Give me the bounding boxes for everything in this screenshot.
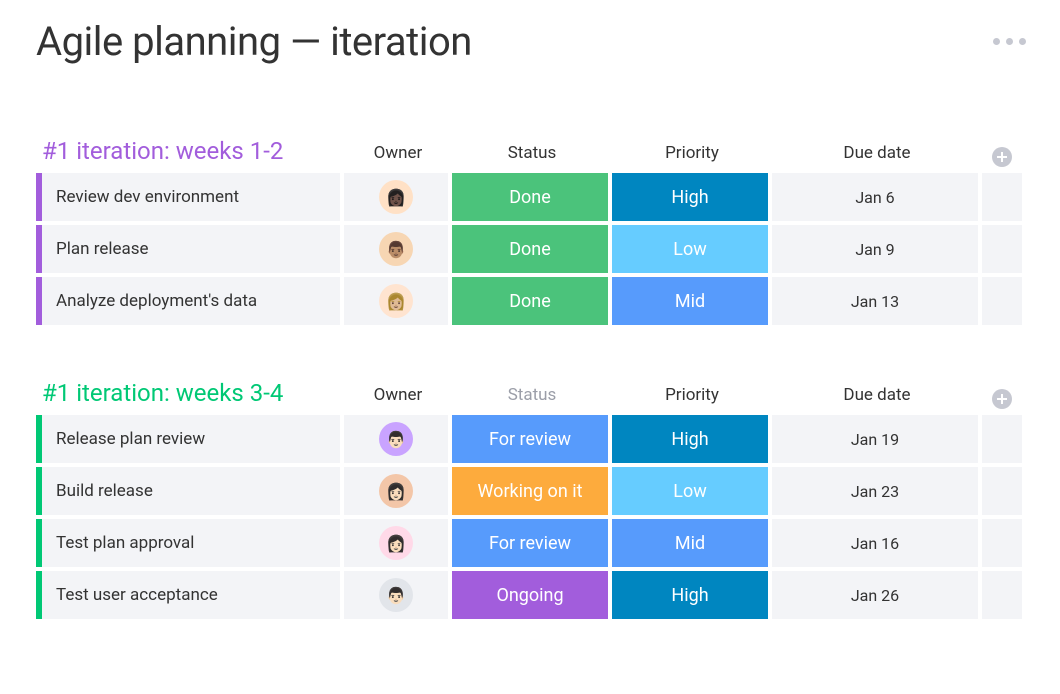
- due-date-cell[interactable]: Jan 23: [772, 467, 978, 515]
- task-name-cell[interactable]: Release plan review: [42, 415, 340, 463]
- priority-cell[interactable]: Mid: [612, 519, 768, 567]
- column-header-priority[interactable]: Priority: [612, 385, 772, 415]
- task-name-cell[interactable]: Plan release: [42, 225, 340, 273]
- task-name-cell[interactable]: Build release: [42, 467, 340, 515]
- owner-cell[interactable]: 👩🏻: [344, 467, 448, 515]
- group-title[interactable]: #1 iteration: weeks 1-2: [42, 137, 344, 173]
- trailing-cell: [982, 277, 1022, 325]
- task-row[interactable]: Build release 👩🏻 Working on itLowJan 23: [36, 467, 1030, 515]
- owner-cell[interactable]: 👨🏽: [344, 225, 448, 273]
- plus-icon: [992, 389, 1012, 409]
- priority-cell[interactable]: High: [612, 571, 768, 619]
- column-header-priority[interactable]: Priority: [612, 143, 772, 173]
- column-header-owner[interactable]: Owner: [344, 385, 452, 415]
- owner-cell[interactable]: 👨🏻: [344, 415, 448, 463]
- due-date-cell[interactable]: Jan 16: [772, 519, 978, 567]
- board-page: Agile planning — iteration #1 iteration:…: [0, 0, 1060, 649]
- status-cell[interactable]: Working on it: [452, 467, 608, 515]
- due-date-cell[interactable]: Jan 13: [772, 277, 978, 325]
- task-name-cell[interactable]: Analyze deployment's data: [42, 277, 340, 325]
- status-cell[interactable]: For review: [452, 519, 608, 567]
- task-row[interactable]: Review dev environment 👩🏿 DoneHighJan 6: [36, 173, 1030, 221]
- task-row[interactable]: Analyze deployment's data 👩🏼 DoneMidJan 13: [36, 277, 1030, 325]
- trailing-cell: [982, 519, 1022, 567]
- more-menu-icon[interactable]: [993, 38, 1030, 45]
- avatar: 👩🏻: [379, 474, 413, 508]
- due-date-cell[interactable]: Jan 26: [772, 571, 978, 619]
- group-header: #1 iteration: weeks 3-4OwnerStatusPriori…: [36, 379, 1030, 415]
- trailing-cell: [982, 571, 1022, 619]
- due-date-cell[interactable]: Jan 19: [772, 415, 978, 463]
- column-header-status[interactable]: Status: [452, 385, 612, 415]
- avatar: 👩🏿: [379, 180, 413, 214]
- owner-cell[interactable]: 👩🏿: [344, 173, 448, 221]
- group-rows: Review dev environment👩🏿DoneHighJan 6Pla…: [36, 173, 1030, 325]
- trailing-cell: [982, 225, 1022, 273]
- priority-cell[interactable]: Low: [612, 225, 768, 273]
- group: #1 iteration: weeks 3-4OwnerStatusPriori…: [36, 379, 1030, 619]
- avatar: 👨🏽: [379, 232, 413, 266]
- avatar: 👨🏻: [379, 422, 413, 456]
- title-row: Agile planning — iteration: [36, 18, 1030, 65]
- due-date-cell[interactable]: Jan 9: [772, 225, 978, 273]
- plus-icon: [992, 147, 1012, 167]
- task-row[interactable]: Test user acceptance 👨🏻 OngoingHighJan 26: [36, 571, 1030, 619]
- task-name-cell[interactable]: Review dev environment: [42, 173, 340, 221]
- group: #1 iteration: weeks 1-2OwnerStatusPriori…: [36, 137, 1030, 325]
- status-cell[interactable]: For review: [452, 415, 608, 463]
- task-name-cell[interactable]: Test user acceptance: [42, 571, 340, 619]
- task-name-cell[interactable]: Test plan approval: [42, 519, 340, 567]
- avatar: 👩🏼: [379, 284, 413, 318]
- status-cell[interactable]: Ongoing: [452, 571, 608, 619]
- trailing-cell: [982, 467, 1022, 515]
- status-cell[interactable]: Done: [452, 277, 608, 325]
- status-cell[interactable]: Done: [452, 225, 608, 273]
- due-date-cell[interactable]: Jan 6: [772, 173, 978, 221]
- avatar: 👩🏻: [379, 526, 413, 560]
- owner-cell[interactable]: 👩🏻: [344, 519, 448, 567]
- task-row[interactable]: Release plan review 👨🏻 For reviewHighJan 1…: [36, 415, 1030, 463]
- task-row[interactable]: Plan release 👨🏽 DoneLowJan 9: [36, 225, 1030, 273]
- add-column-button[interactable]: [982, 147, 1022, 173]
- group-title[interactable]: #1 iteration: weeks 3-4: [42, 379, 344, 415]
- trailing-cell: [982, 173, 1022, 221]
- priority-cell[interactable]: High: [612, 415, 768, 463]
- priority-cell[interactable]: Mid: [612, 277, 768, 325]
- status-cell[interactable]: Done: [452, 173, 608, 221]
- avatar: 👨🏻: [379, 578, 413, 612]
- column-header-due-date[interactable]: Due date: [772, 143, 982, 173]
- column-header-due-date[interactable]: Due date: [772, 385, 982, 415]
- task-row[interactable]: Test plan approval 👩🏻 For reviewMidJan 16: [36, 519, 1030, 567]
- group-header: #1 iteration: weeks 1-2OwnerStatusPriori…: [36, 137, 1030, 173]
- priority-cell[interactable]: High: [612, 173, 768, 221]
- owner-cell[interactable]: 👩🏼: [344, 277, 448, 325]
- column-header-status[interactable]: Status: [452, 143, 612, 173]
- owner-cell[interactable]: 👨🏻: [344, 571, 448, 619]
- trailing-cell: [982, 415, 1022, 463]
- board-title: Agile planning — iteration: [36, 18, 472, 65]
- column-header-owner[interactable]: Owner: [344, 143, 452, 173]
- add-column-button[interactable]: [982, 389, 1022, 415]
- priority-cell[interactable]: Low: [612, 467, 768, 515]
- group-rows: Release plan review👨🏻For reviewHighJan 1…: [36, 415, 1030, 619]
